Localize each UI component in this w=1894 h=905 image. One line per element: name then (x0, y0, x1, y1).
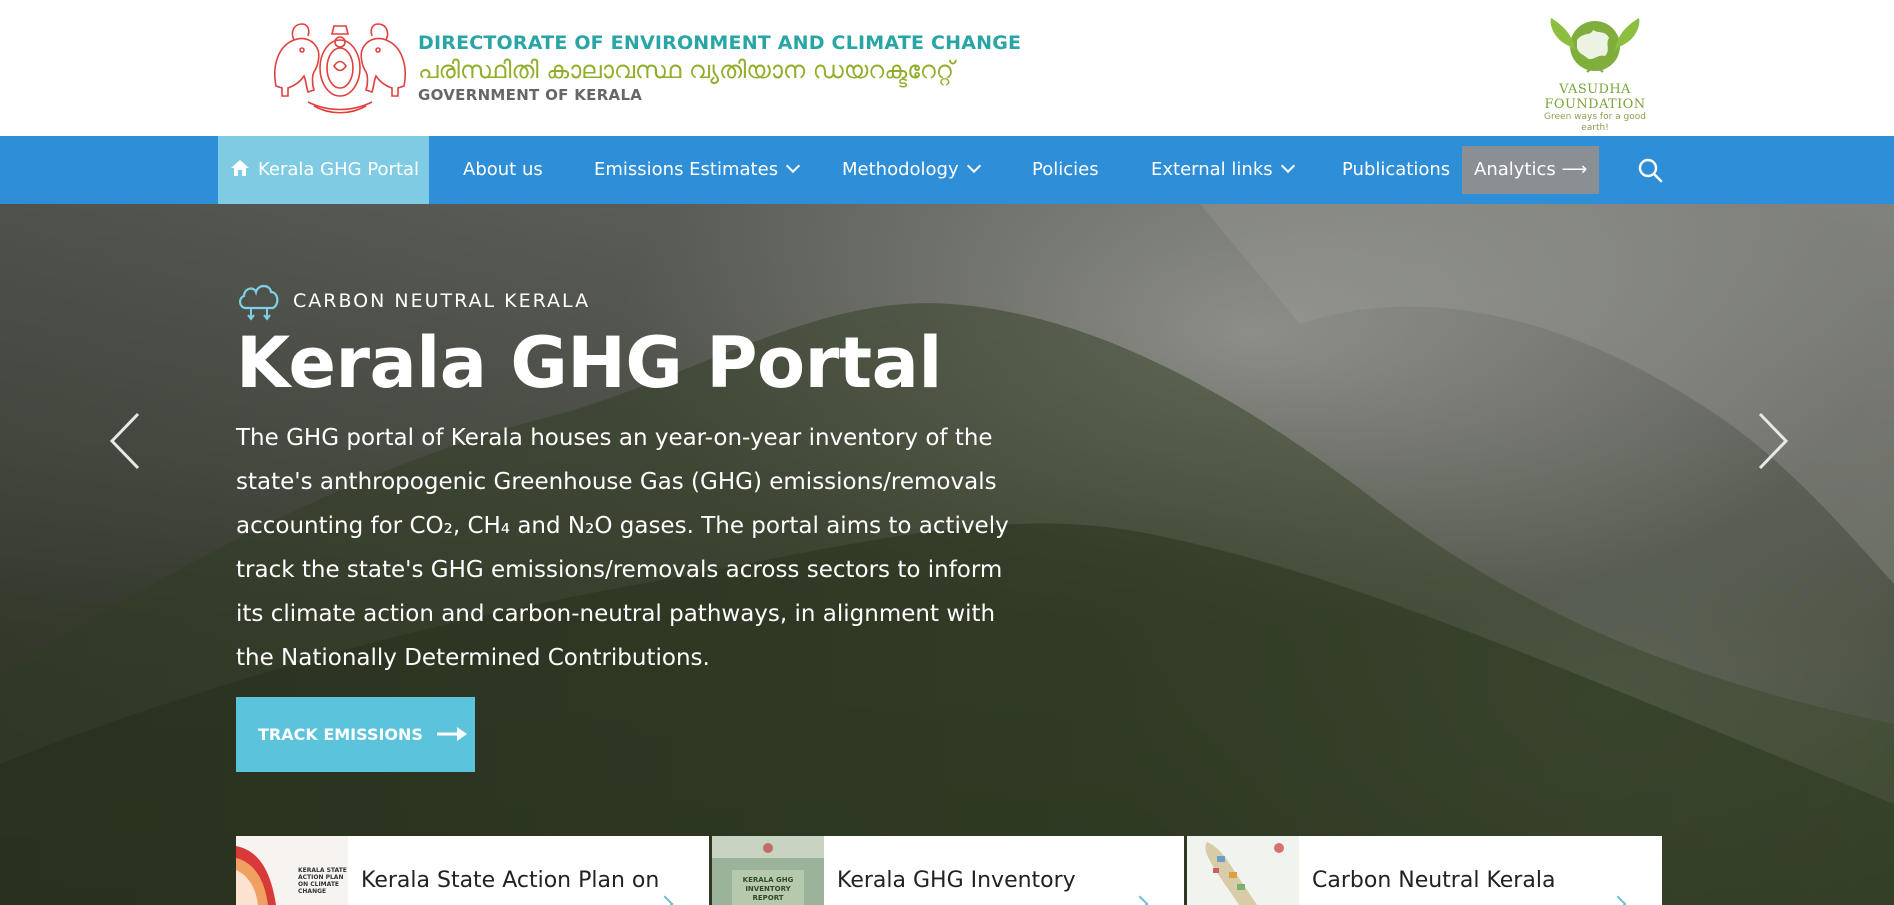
cloud-icon (239, 284, 279, 321)
hero-title: Kerala GHG Portal (236, 322, 942, 404)
thumb-text: KERALA GHG (743, 876, 794, 884)
hero-carousel: CARBON NEUTRAL KERALA Kerala GHG Portal … (0, 204, 1894, 905)
nav-item-label: Policies (1032, 159, 1099, 180)
thumb-text: ON CLIMATE (298, 881, 339, 888)
thumb-text: KERALA STATE (298, 867, 347, 874)
partner-name-line2: FOUNDATION (1544, 97, 1646, 112)
government-label: GOVERNMENT OF KERALA (418, 86, 643, 104)
track-emissions-label: TRACK EMISSIONS (258, 725, 423, 744)
nav-item-emissions-estimates[interactable]: Emissions Estimates (594, 136, 801, 204)
hero-kicker-text: CARBON NEUTRAL KERALA (293, 290, 591, 312)
chevron-right-icon (656, 895, 674, 905)
publication-card-ghg-inventory[interactable]: KERALA GHG INVENTORY REPORT Kerala GHG I… (712, 836, 1184, 905)
kerala-emblem-logo[interactable] (268, 16, 412, 116)
arrow-right-icon (436, 726, 467, 741)
thumb-text: CHANGE (298, 888, 326, 895)
chevron-down-icon (1280, 158, 1295, 174)
site-header: DIRECTORATE OF ENVIRONMENT AND CLIMATE C… (0, 0, 1894, 136)
nav-item-publications[interactable]: Publications (1342, 136, 1450, 204)
card-title: Kerala GHG Inventory (837, 868, 1076, 893)
nav-item-policies[interactable]: Policies (1032, 136, 1099, 204)
card-thumbnail (1187, 836, 1299, 905)
vasudha-foundation-logo[interactable]: VASUDHA FOUNDATION Green ways for a good… (1530, 10, 1660, 133)
publication-card-state-action-plan[interactable]: KERALA STATE ACTION PLAN ON CLIMATE CHAN… (236, 836, 709, 905)
nav-item-kerala-ghg-portal[interactable]: Kerala GHG Portal (218, 136, 430, 204)
nav-item-external-links[interactable]: External links (1151, 136, 1295, 204)
card-thumbnail: KERALA GHG INVENTORY REPORT (712, 836, 824, 905)
nav-item-label: External links (1151, 159, 1273, 180)
department-title[interactable]: DIRECTORATE OF ENVIRONMENT AND CLIMATE C… (418, 32, 1021, 104)
nav-item-methodology[interactable]: Methodology (842, 136, 981, 204)
hero-description: The GHG portal of Kerala houses an year-… (236, 425, 1009, 671)
home-icon (231, 160, 249, 176)
publication-card-carbon-neutral-kerala[interactable]: Carbon Neutral Kerala (1187, 836, 1662, 905)
nav-item-label: Kerala GHG Portal (258, 159, 420, 180)
card-thumbnail: KERALA STATE ACTION PLAN ON CLIMATE CHAN… (236, 836, 348, 905)
chevron-left-icon[interactable] (106, 410, 146, 472)
nav-item-about-us[interactable]: About us (463, 136, 543, 204)
nav-item-label: Methodology (842, 159, 959, 180)
track-emissions-button[interactable]: TRACK EMISSIONS (236, 697, 475, 772)
nav-item-label: Publications (1342, 159, 1451, 180)
globe-leaf-icon (1550, 18, 1640, 73)
chevron-right-icon (1609, 895, 1627, 905)
partner-name-line1: VASUDHA (1559, 82, 1631, 97)
chevron-right-icon[interactable] (1752, 410, 1792, 472)
analytics-button[interactable]: Analytics ⟶ (1462, 146, 1600, 194)
department-name-english: DIRECTORATE OF ENVIRONMENT AND CLIMATE C… (418, 32, 1022, 54)
nav-item-label: About us (463, 159, 543, 180)
chevron-right-icon (1131, 895, 1149, 905)
nav-item-label: Emissions Estimates (594, 159, 779, 180)
chevron-down-icon (786, 158, 801, 174)
search-icon[interactable] (1636, 156, 1664, 184)
department-name-malayalam: പരിസ്ഥിതി കാലാവസ്ഥ വ്യതിയാന ഡയറക്ടറേറ്റ് (418, 56, 954, 84)
chevron-down-icon (966, 158, 981, 174)
thumb-text: INVENTORY (745, 885, 791, 893)
card-title: Carbon Neutral Kerala (1312, 868, 1556, 893)
card-title: Kerala State Action Plan on (361, 868, 660, 893)
partner-tagline: Green ways for a good earth! (1544, 112, 1646, 133)
main-navigation: Kerala GHG Portal About us Emissions Est… (0, 136, 1894, 204)
thumb-text: ACTION PLAN (298, 874, 343, 881)
thumb-text: REPORT (752, 894, 783, 902)
